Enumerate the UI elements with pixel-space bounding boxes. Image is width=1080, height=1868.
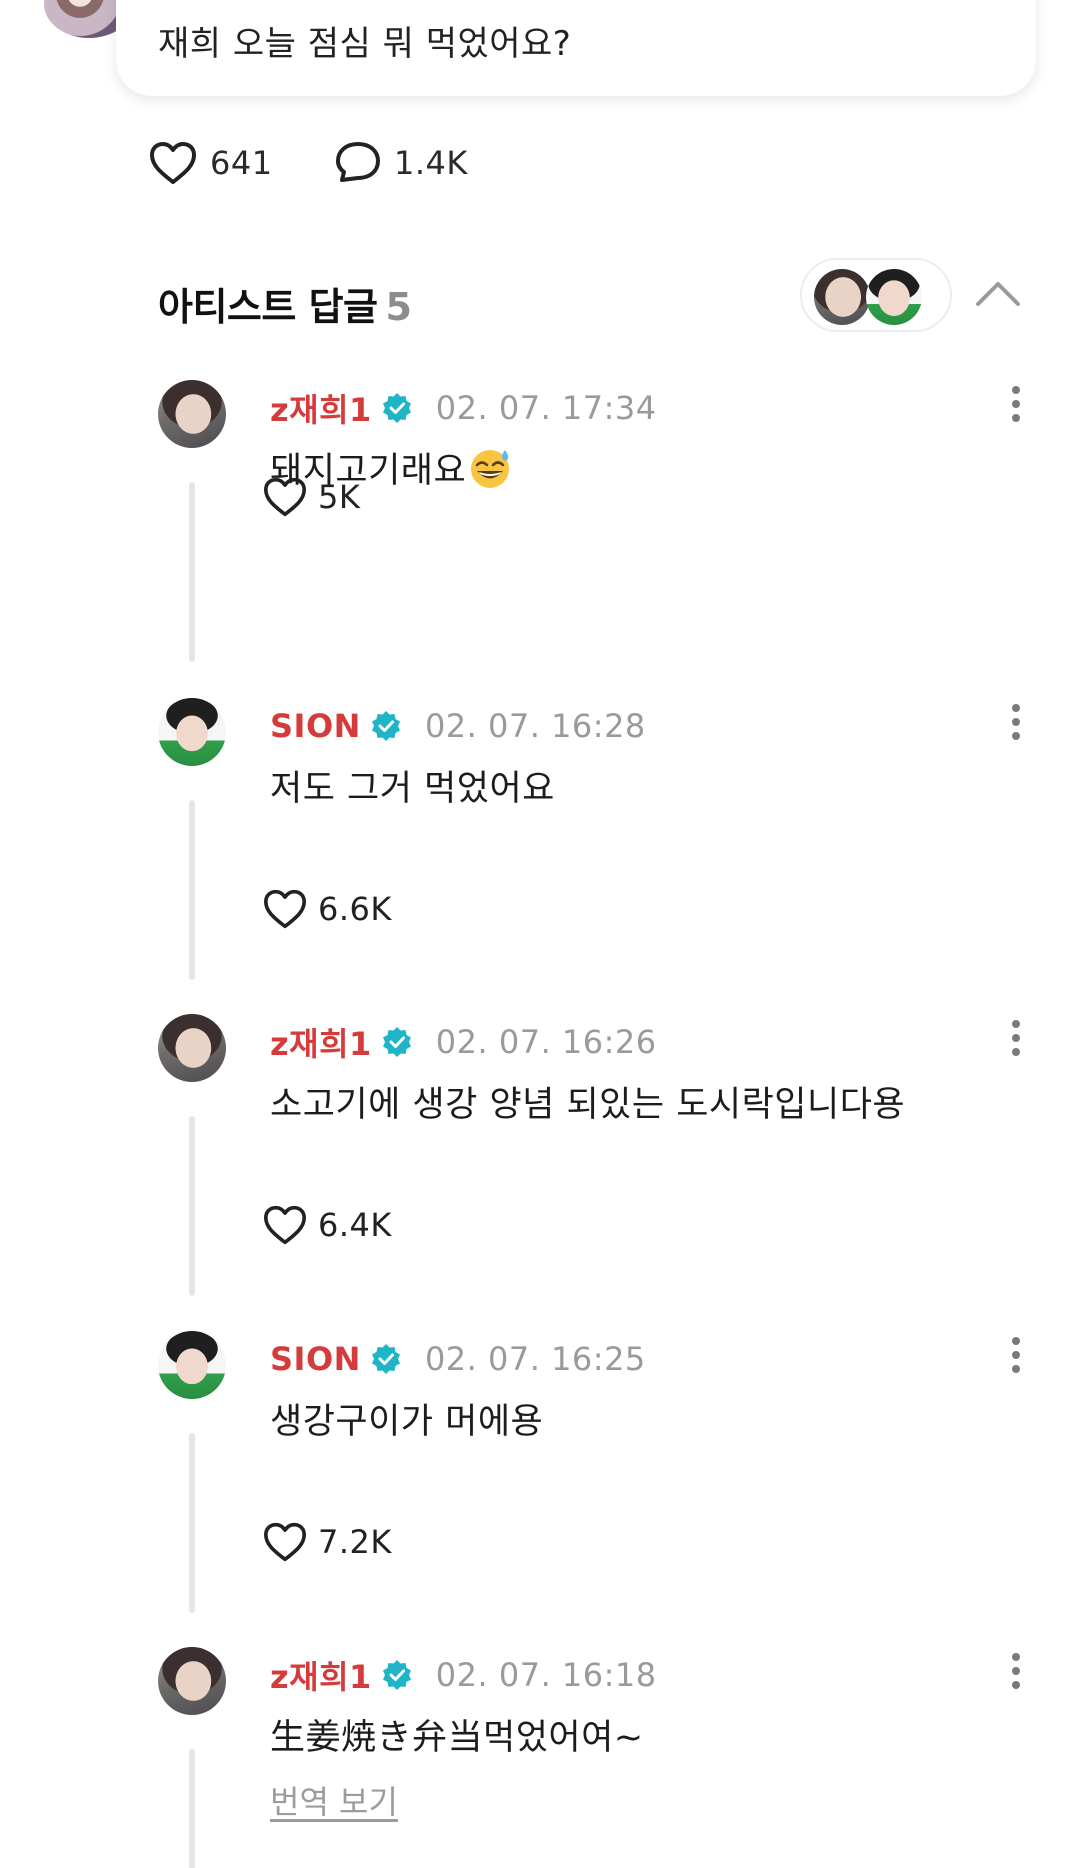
artist-replies-title: 아티스트 답글 5 <box>158 276 412 331</box>
avatar[interactable] <box>158 1331 226 1399</box>
post-like-count: 641 <box>210 144 273 182</box>
thread-line <box>189 1116 195 1296</box>
avatar[interactable] <box>158 1647 226 1715</box>
post-like-button[interactable]: 641 <box>148 138 273 188</box>
more-options-button[interactable] <box>1006 700 1026 744</box>
heart-icon <box>264 477 306 517</box>
reply-time: 02. 07. 16:28 <box>424 707 646 745</box>
reply-text: 소고기에 생강 양념 되있는 도시락입니다용 <box>270 1085 906 1125</box>
heart-icon <box>264 1522 306 1562</box>
reply-time: 02. 07. 16:18 <box>435 1656 657 1694</box>
translate-link[interactable]: 번역 보기 <box>270 1777 398 1823</box>
more-options-button[interactable] <box>1006 1649 1026 1693</box>
reply-text: 生姜焼き弁当먹었어여~ <box>270 1718 644 1758</box>
reply-time: 02. 07. 16:25 <box>424 1340 646 1378</box>
artist-name[interactable]: z재희1 <box>270 385 372 431</box>
reply-like-button[interactable]: 7.2K <box>262 1521 392 1563</box>
heart-icon <box>264 889 306 929</box>
thread-line <box>189 482 195 662</box>
grinning-sweat-emoji-icon <box>471 449 510 488</box>
verified-badge-icon <box>371 711 400 741</box>
heart-icon <box>264 1205 306 1245</box>
artist-avatar-jaehee <box>814 269 870 325</box>
reply-like-count: 6.4K <box>318 1206 392 1244</box>
reply-time: 02. 07. 17:34 <box>435 389 657 427</box>
verified-badge-icon <box>382 1660 411 1690</box>
post-comment-count: 1.4K <box>394 144 468 182</box>
more-options-button[interactable] <box>1006 382 1026 426</box>
reply-text: 생강구이가 머에용 <box>270 1402 544 1442</box>
verified-badge-icon <box>382 1027 411 1057</box>
artist-replies-count: 5 <box>385 285 412 329</box>
post-comment-button[interactable]: 1.4K <box>334 138 468 188</box>
reply-like-count: 7.2K <box>318 1523 392 1561</box>
more-options-button[interactable] <box>1006 1016 1026 1060</box>
more-options-button[interactable] <box>1006 1333 1026 1377</box>
reply-like-button[interactable]: 5K <box>262 476 360 518</box>
verified-badge-icon <box>371 1344 400 1374</box>
artist-name[interactable]: SION <box>270 1340 361 1378</box>
reply-text: 저도 그거 먹었어요 <box>270 769 555 809</box>
reply-like-button[interactable]: 6.4K <box>262 1204 392 1246</box>
avatar[interactable] <box>158 380 226 448</box>
post-text: 재희 오늘 점심 뭐 먹었어요? <box>158 24 572 64</box>
reply-like-button[interactable]: 6.6K <box>262 888 392 930</box>
artist-avatar-sion <box>866 269 922 325</box>
verified-badge-icon <box>382 393 411 423</box>
artist-replies-label: 아티스트 답글 <box>158 285 378 329</box>
chevron-up-icon <box>976 282 1020 306</box>
reply-like-count: 6.6K <box>318 890 392 928</box>
collapse-button[interactable] <box>974 276 1022 312</box>
avatar[interactable] <box>158 698 226 766</box>
comment-bubble-icon <box>336 142 380 182</box>
artist-avatars-filter[interactable] <box>800 258 952 332</box>
reply-like-count: 5K <box>318 478 361 516</box>
artist-name[interactable]: z재희1 <box>270 1652 372 1698</box>
avatar[interactable] <box>158 1014 226 1082</box>
thread-line <box>189 800 195 980</box>
heart-icon <box>150 142 196 184</box>
artist-name[interactable]: z재희1 <box>270 1019 372 1065</box>
reply-time: 02. 07. 16:26 <box>435 1023 657 1061</box>
thread-line <box>189 1749 195 1868</box>
thread-line <box>189 1433 195 1613</box>
artist-name[interactable]: SION <box>270 707 361 745</box>
